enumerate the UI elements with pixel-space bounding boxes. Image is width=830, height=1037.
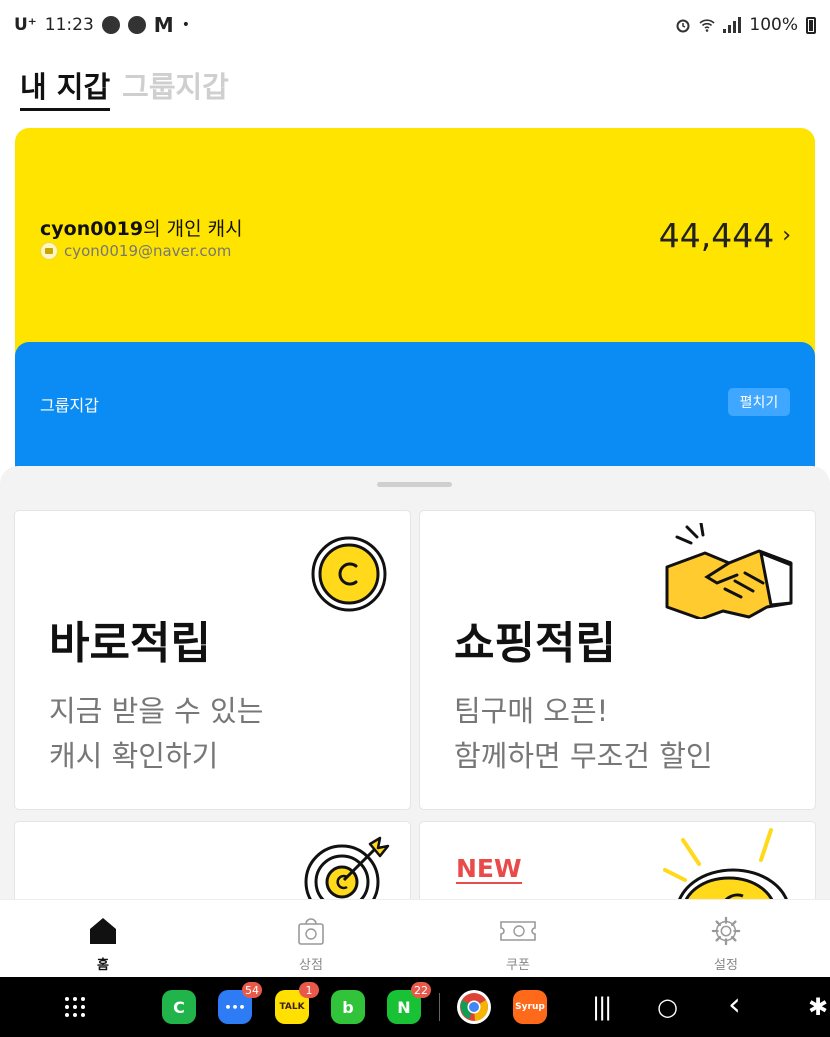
fan-icon (101, 16, 120, 34)
coin-burst-icon (663, 828, 788, 899)
syrup-app-glyph: Syrup (515, 1002, 545, 1012)
accessibility-button[interactable]: ✱ (808, 993, 828, 1021)
dock-divider (439, 993, 440, 1021)
alarm-icon (676, 19, 690, 33)
handshake-icon (665, 523, 793, 619)
kakaotalk-badge: 1 (299, 982, 319, 998)
sheet-drag-handle[interactable] (377, 482, 452, 487)
battery-percent: 100% (749, 15, 798, 35)
target-icon (304, 836, 390, 899)
system-navigation-bar: C ••• 54 TALK 1 b N 22 Syrup ||| ○ ‹ ✱ (0, 977, 830, 1037)
new-feature-card[interactable]: NEW (420, 822, 815, 899)
new-badge: NEW (456, 854, 522, 884)
wifi-icon (699, 19, 715, 32)
instant-reward-desc: 지금 받을 수 있는 캐시 확인하기 (49, 689, 263, 779)
chrome-app-icon[interactable] (457, 990, 491, 1024)
instant-reward-card[interactable]: 바로적립 지금 받을 수 있는 캐시 확인하기 (15, 511, 410, 809)
status-left: U⁺ 11:23 M • (14, 13, 190, 37)
nav-home-label: 홈 (97, 958, 109, 973)
phone-app-glyph: C (173, 997, 185, 1017)
apps-grid-icon[interactable] (64, 996, 86, 1018)
nav-shop-label: 상점 (299, 958, 323, 973)
recents-button[interactable]: ||| (592, 993, 612, 1021)
tab-my-wallet[interactable]: 내 지갑 (20, 64, 111, 111)
status-right: 100% (675, 15, 816, 35)
status-time: 11:23 (44, 15, 94, 35)
expand-button[interactable]: 펼치기 (728, 388, 790, 416)
account-name: cyon0019 (40, 218, 144, 240)
gear-icon (711, 916, 741, 946)
band-app-icon[interactable]: b (331, 990, 365, 1024)
account-email-row: cyon0019@naver.com (40, 242, 231, 260)
coin-icon (311, 536, 387, 612)
kakaotalk-app-icon[interactable]: TALK 1 (275, 982, 319, 1024)
messages-app-glyph: ••• (224, 1000, 246, 1014)
instant-reward-desc-line2: 캐시 확인하기 (49, 739, 219, 773)
cash-balance[interactable]: 44,444 › (659, 216, 791, 255)
home-icon (90, 918, 116, 944)
naver-badge: 22 (411, 982, 431, 998)
personal-cash-suffix: 의 개인 캐시 (143, 218, 243, 240)
naver-app-glyph: N (397, 997, 411, 1017)
cash-balance-value: 44,444 (658, 216, 775, 255)
phone-app-icon[interactable]: C (162, 990, 196, 1024)
naver-app-icon[interactable]: N 22 (387, 982, 431, 1024)
nav-coupon[interactable]: 쿠폰 (478, 916, 558, 973)
shopping-reward-desc-line2: 함께하면 무조건 할인 (454, 739, 713, 773)
shopping-reward-desc-line1: 팀구매 오픈! (454, 694, 609, 728)
nav-settings[interactable]: 설정 (686, 916, 766, 973)
back-button[interactable]: ‹ (728, 985, 741, 1023)
tab-group-wallet[interactable]: 그룹지갑 (122, 64, 229, 111)
shopping-reward-title: 쇼핑적립 (454, 618, 616, 669)
instant-reward-title: 바로적립 (49, 618, 211, 669)
wallet-tabs: 내 지갑 그룹지갑 (20, 64, 229, 111)
gmail-notification-icon: M (153, 13, 174, 37)
messages-app-icon[interactable]: ••• 54 (218, 982, 262, 1024)
account-email: cyon0019@naver.com (64, 242, 232, 260)
syrup-app-icon[interactable]: Syrup (513, 990, 547, 1024)
signal-icon (723, 17, 742, 33)
chrome-logo-icon (460, 993, 488, 1021)
nav-coupon-label: 쿠폰 (506, 958, 530, 973)
mission-card[interactable] (15, 822, 410, 899)
messages-badge: 54 (242, 982, 262, 998)
shopping-bag-icon (298, 918, 324, 945)
nav-settings-label: 설정 (714, 958, 738, 973)
lock-icon (127, 16, 146, 34)
shopping-reward-desc: 팀구매 오픈! 함께하면 무조건 할인 (454, 689, 713, 779)
more-notifications-dot: • (181, 17, 190, 33)
personal-cash-title: cyon0019의 개인 캐시 (40, 214, 243, 241)
mail-icon (40, 242, 58, 260)
kakaotalk-app-glyph: TALK (279, 1002, 305, 1012)
band-app-glyph: b (342, 997, 354, 1017)
status-bar: U⁺ 11:23 M • 100% (0, 0, 830, 50)
shopping-reward-card[interactable]: 쇼핑적립 팀구매 오픈! 함께하면 무조건 할인 (420, 511, 815, 809)
nav-shop[interactable]: 상점 (271, 916, 351, 973)
group-wallet-title: 그룹지갑 (40, 396, 99, 415)
bottom-sheet: 바로적립 지금 받을 수 있는 캐시 확인하기 쇼핑적립 팀구매 오픈! 함께하… (0, 466, 830, 899)
instant-reward-desc-line1: 지금 받을 수 있는 (49, 694, 264, 728)
battery-icon (806, 16, 816, 34)
home-button[interactable]: ○ (657, 993, 678, 1021)
nav-home[interactable]: 홈 (63, 916, 143, 973)
chevron-right-icon: › (782, 223, 791, 248)
carrier-label: U⁺ (14, 15, 37, 35)
coupon-icon (500, 921, 536, 941)
bottom-nav: 홈 상점 쿠폰 설정 (0, 899, 830, 977)
